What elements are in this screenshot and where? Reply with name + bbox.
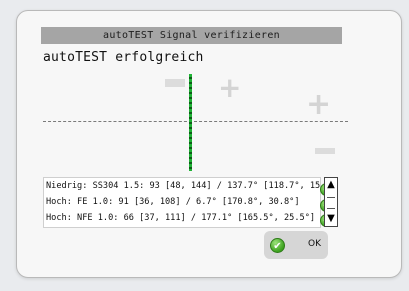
minus-marker-icon (315, 148, 335, 154)
ok-button-label: OK (308, 239, 321, 249)
screen: autoTEST Signal verifizieren autoTEST er… (0, 0, 409, 291)
plus-marker-icon: + (218, 71, 242, 104)
signal-trace (189, 74, 192, 171)
check-icon: ✔ (270, 238, 285, 253)
result-row: Hoch: FE 1.0: 91 [36, 108] / 6.7° [170.8… (46, 197, 300, 207)
ok-button[interactable]: ✔ OK (264, 231, 328, 259)
scroll-down-icon[interactable]: ▼ (325, 212, 337, 226)
results-scrollbar[interactable]: ▲ ▼ (324, 177, 338, 227)
plot-horizontal-axis (43, 121, 348, 122)
plus-marker-icon: + (306, 87, 332, 122)
result-row: Hoch: NFE 1.0: 66 [37, 111] / 177.1° [16… (46, 213, 316, 223)
results-list[interactable]: Niedrig: SS304 1.5: 93 [48, 144] / 137.7… (43, 177, 321, 228)
result-row: Niedrig: SS304 1.5: 93 [48, 144] / 137.7… (46, 181, 321, 191)
scroll-up-icon[interactable]: ▲ (325, 178, 337, 192)
signal-plot: + + (43, 70, 348, 175)
dialog-title: autoTEST Signal verifizieren (41, 27, 342, 44)
scroll-thumb[interactable] (327, 197, 335, 209)
minus-marker-icon (165, 79, 185, 87)
status-heading: autoTEST erfolgreich (43, 50, 204, 65)
